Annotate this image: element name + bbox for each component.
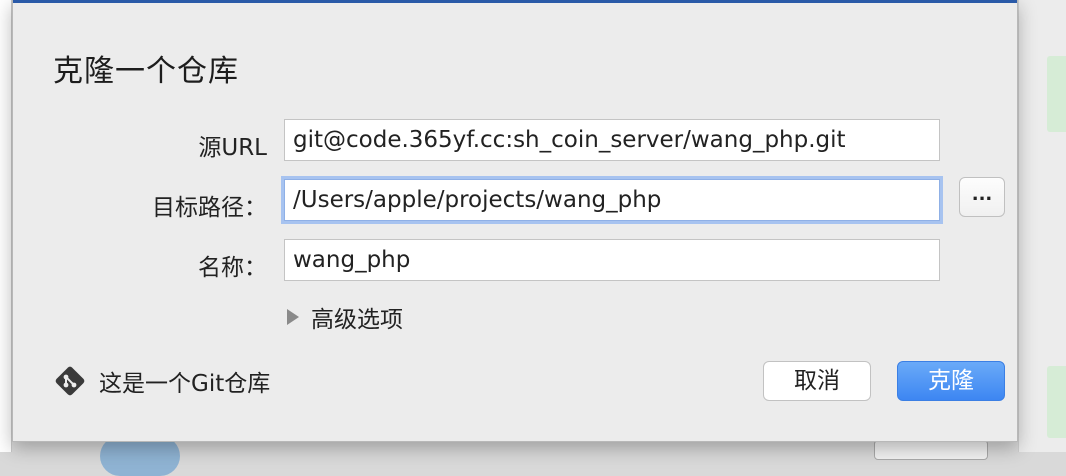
background-avatar (100, 436, 180, 476)
git-diamond-icon (53, 364, 87, 398)
target-path-label: 目标路径： (152, 195, 267, 221)
name-input[interactable]: wang_php (284, 239, 940, 281)
browse-button[interactable]: ... (959, 177, 1005, 217)
advanced-options-toggle[interactable]: 高级选项 (287, 300, 403, 334)
background-button (874, 440, 988, 460)
clone-button[interactable]: 克隆 (897, 361, 1005, 401)
target-path-input[interactable]: /Users/apple/projects/wang_php (284, 179, 940, 221)
repo-status-text: 这是一个Git仓库 (99, 371, 271, 397)
background-highlight (1047, 56, 1066, 132)
background-highlight (1047, 366, 1066, 438)
repo-status: 这是一个Git仓库 (53, 362, 270, 400)
dialog-top-border (13, 0, 1017, 3)
advanced-options-label: 高级选项 (311, 307, 403, 333)
background-panel-right (1018, 0, 1066, 452)
source-url-input[interactable]: git@code.365yf.cc:sh_coin_server/wang_ph… (284, 119, 940, 161)
clone-repository-dialog: 克隆一个仓库 源URL git@code.365yf.cc:sh_coin_se… (12, 0, 1018, 442)
cancel-button[interactable]: 取消 (763, 361, 871, 401)
disclosure-triangle-icon (287, 309, 299, 325)
dialog-title: 克隆一个仓库 (53, 54, 239, 89)
name-label: 名称： (198, 255, 267, 281)
source-url-label: 源URL (198, 135, 267, 161)
background-editor-left (0, 0, 12, 452)
